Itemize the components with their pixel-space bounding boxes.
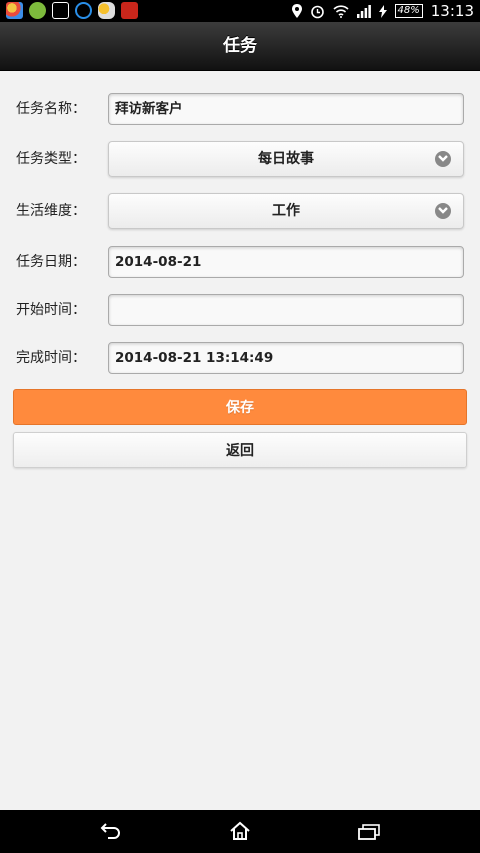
battery-indicator: 48% [394,4,423,18]
task-type-select[interactable]: 每日故事 [108,141,464,177]
task-type-value: 每日故事 [258,151,314,167]
alarm-icon [310,5,324,18]
home-icon[interactable] [229,821,251,841]
charging-icon [378,4,387,18]
chat-icon [29,2,46,19]
download-icon [75,2,92,19]
life-dimension-value: 工作 [272,203,300,219]
page-title: 任务 [223,36,257,56]
app-icon-1 [6,2,23,19]
gallery-icon [52,2,69,19]
start-time-input[interactable] [108,294,464,326]
signal-icon [356,4,371,18]
life-dimension-select[interactable]: 工作 [108,193,464,229]
app-header: 任务 [0,22,480,71]
system-indicators: 48% 13:13 [291,1,474,21]
clock: 13:13 [430,2,474,20]
system-nav-bar [0,810,480,853]
wifi-icon [332,4,349,18]
task-date-input[interactable]: 2014-08-21 [108,246,464,278]
chevron-down-icon [435,151,451,167]
task-date-label: 任务日期： [16,254,86,270]
finish-time-input[interactable]: 2014-08-21 13:14:49 [108,342,464,374]
start-time-label: 开始时间： [16,302,86,318]
task-type-label: 任务类型： [16,151,86,167]
status-bar: 48% 13:13 [0,0,480,22]
task-name-label: 任务名称： [16,101,86,117]
weather-icon [98,2,115,19]
finish-time-label: 完成时间： [16,350,86,366]
location-icon [291,4,302,18]
task-name-input[interactable]: 拜访新客户 [108,93,464,125]
save-button[interactable]: 保存 [13,389,467,425]
life-dimension-label: 生活维度： [16,203,86,219]
back-button[interactable]: 返回 [13,432,467,468]
notification-icons [6,2,138,19]
recent-apps-icon[interactable] [358,824,380,840]
back-icon[interactable] [100,822,122,840]
game-icon [121,2,138,19]
chevron-down-icon [435,203,451,219]
